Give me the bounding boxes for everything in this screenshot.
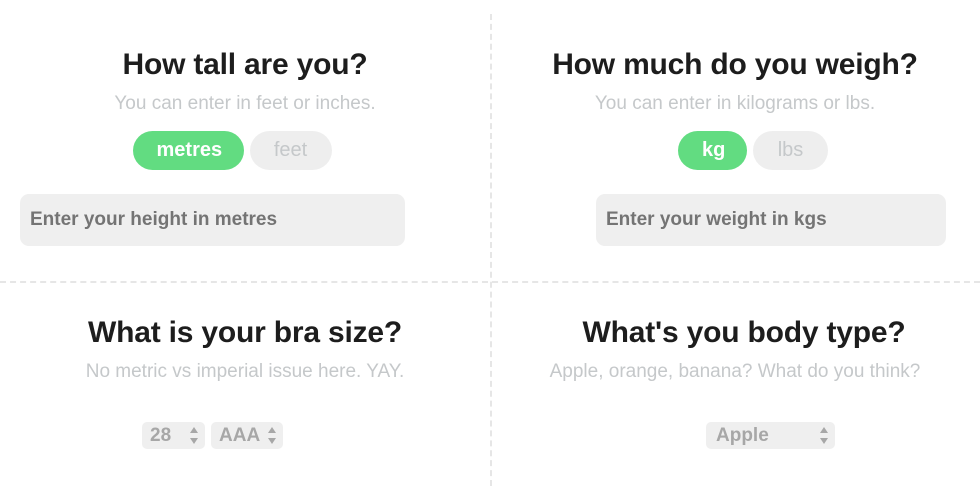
weight-input[interactable]: [596, 194, 946, 246]
bra-size-section: What is your bra size? No metric vs impe…: [0, 316, 490, 383]
metres-toggle-button[interactable]: metres: [132, 131, 244, 170]
body-type-value: Apple: [716, 425, 769, 446]
weight-unit-toggle: kg lbs: [526, 131, 980, 170]
bra-size-title: What is your bra size?: [88, 316, 402, 349]
height-unit-toggle: metres feet: [0, 131, 490, 170]
height-section: How tall are you? You can enter in feet …: [0, 48, 490, 170]
up-down-arrows-icon: [268, 427, 277, 444]
body-type-title: What's you body type?: [582, 316, 906, 349]
horizontal-divider: [0, 281, 980, 283]
body-type-select[interactable]: Apple: [706, 422, 835, 449]
height-title: How tall are you?: [122, 48, 368, 81]
weight-section: How much do you weigh? You can enter in …: [490, 48, 980, 170]
body-type-selects: Apple: [706, 422, 835, 449]
up-down-arrows-icon: [190, 427, 199, 444]
height-subtitle: You can enter in feet or inches.: [114, 93, 376, 114]
weight-subtitle: You can enter in kilograms or lbs.: [594, 93, 876, 114]
kg-toggle-button[interactable]: kg: [678, 131, 747, 170]
band-size-value: 28: [150, 425, 172, 446]
body-type-section: What's you body type? Apple, orange, ban…: [490, 316, 980, 383]
weight-title: How much do you weigh?: [552, 48, 918, 81]
band-size-select[interactable]: 28: [142, 422, 205, 449]
height-input[interactable]: [20, 194, 405, 246]
feet-toggle-button[interactable]: feet: [249, 131, 332, 170]
cup-size-value: AAA: [219, 425, 261, 446]
body-type-subtitle: Apple, orange, banana? What do you think…: [549, 361, 921, 382]
up-down-arrows-icon: [820, 427, 829, 444]
lbs-toggle-button[interactable]: lbs: [753, 131, 828, 170]
bra-size-selects: 28 AAA: [142, 422, 283, 449]
cup-size-select[interactable]: AAA: [211, 422, 283, 449]
bra-size-subtitle: No metric vs imperial issue here. YAY.: [85, 361, 405, 382]
